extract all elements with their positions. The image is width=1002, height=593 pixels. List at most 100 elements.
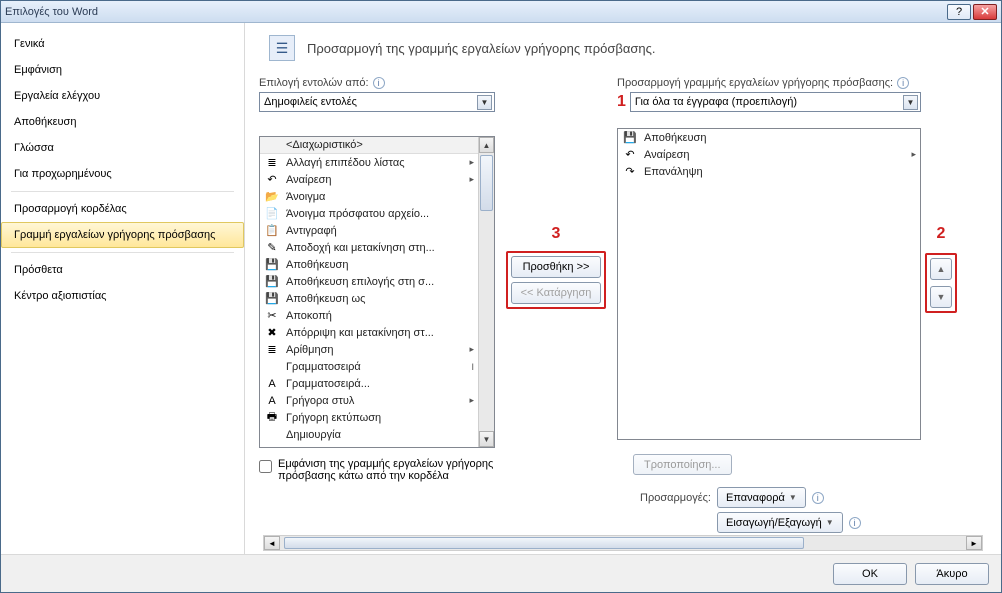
help-button[interactable]: ? xyxy=(947,4,971,20)
list-item[interactable]: 💾 Αποθήκευση ως xyxy=(260,290,478,307)
sidebar-item-trust-center[interactable]: Κέντρο αξιοπιστίας xyxy=(1,283,244,309)
submenu-icon: ▸ xyxy=(464,344,474,355)
command-icon: 💾 xyxy=(622,130,638,146)
sidebar-item-general[interactable]: Γενικά xyxy=(1,31,244,57)
scroll-left-icon[interactable]: ◄ xyxy=(264,536,280,550)
command-label: Αποθήκευση xyxy=(644,132,900,144)
sidebar-item-customize-ribbon[interactable]: Προσαρμογή κορδέλας xyxy=(1,196,244,222)
sidebar-item-label: Πρόσθετα xyxy=(14,264,63,276)
sidebar-item-label: Εμφάνιση xyxy=(14,64,62,76)
command-icon: 💾 xyxy=(264,291,280,307)
submenu-icon: ▸ xyxy=(464,157,474,168)
list-item[interactable]: 📂 Άνοιγμα xyxy=(260,188,478,205)
dialog-body: Γενικά Εμφάνιση Εργαλεία ελέγχου Αποθήκε… xyxy=(1,23,1001,554)
command-label: Αποθήκευση xyxy=(286,259,458,271)
close-button[interactable]: ✕ xyxy=(973,4,997,20)
list-items: <Διαχωριστικό>≣Αλλαγή επιπέδου λίστας▸↶Α… xyxy=(260,137,478,447)
content-h-scrollbar[interactable]: ◄ ► xyxy=(263,535,983,551)
columns: Επιλογή εντολών από: i Δημοφιλείς εντολέ… xyxy=(259,77,987,448)
command-label: Επανάληψη xyxy=(644,166,900,178)
command-label: Άνοιγμα xyxy=(286,191,458,203)
command-icon: 📂 xyxy=(264,189,280,205)
scrollbar[interactable]: ▲ ▼ xyxy=(478,137,494,447)
qat-col: Προσαρμογή γραμμής εργαλείων γρήγορης πρ… xyxy=(617,77,921,440)
submenu-icon: ▸ xyxy=(464,395,474,406)
available-commands-list[interactable]: <Διαχωριστικό>≣Αλλαγή επιπέδου λίστας▸↶Α… xyxy=(259,136,495,448)
sidebar-item-advanced[interactable]: Για προχωρημένους xyxy=(1,161,244,187)
chevron-down-icon[interactable]: ▼ xyxy=(903,95,918,110)
button-label: Τροποποίηση... xyxy=(644,459,721,471)
list-item[interactable]: 📋Αντιγραφή xyxy=(260,222,478,239)
list-item[interactable]: ✂ Αποκοπή xyxy=(260,307,478,324)
list-item[interactable]: 🖶Γρήγορη εκτύπωση xyxy=(260,409,478,426)
customize-qat-combo[interactable]: Για όλα τα έγγραφα (προεπιλογή) ▼ xyxy=(630,92,921,112)
info-icon[interactable]: i xyxy=(897,77,909,89)
command-label: Αποκοπή xyxy=(286,310,458,322)
list-item[interactable]: ↷ Επανάληψη xyxy=(618,163,920,180)
sidebar-item-label: Για προχωρημένους xyxy=(14,168,112,180)
list-item[interactable]: 💾 Αποθήκευση xyxy=(618,129,920,146)
sidebar-item-language[interactable]: Γλώσσα xyxy=(1,135,244,161)
submenu-icon: I xyxy=(464,362,474,372)
move-up-button[interactable]: ▲ xyxy=(930,258,952,280)
list-item[interactable]: 📄Άνοιγμα πρόσφατου αρχείο... xyxy=(260,205,478,222)
sidebar-item-save[interactable]: Αποθήκευση xyxy=(1,109,244,135)
chevron-down-icon[interactable]: ▼ xyxy=(477,95,492,110)
button-label: OK xyxy=(862,568,878,580)
button-label: Άκυρο xyxy=(936,568,967,580)
sidebar-item-display[interactable]: Εμφάνιση xyxy=(1,57,244,83)
info-icon[interactable]: i xyxy=(373,77,385,89)
sidebar-item-addins[interactable]: Πρόσθετα xyxy=(1,257,244,283)
scroll-thumb[interactable] xyxy=(480,155,493,211)
import-export-button[interactable]: Εισαγωγή/Εξαγωγή▼ xyxy=(717,512,843,533)
list-item[interactable]: ✎Αποδοχή και μετακίνηση στη... xyxy=(260,239,478,256)
list-item[interactable]: <Διαχωριστικό> xyxy=(260,137,478,154)
annotation-2-box: ▲ ▼ xyxy=(925,253,957,313)
ok-button[interactable]: OK xyxy=(833,563,907,585)
show-below-ribbon-row: Εμφάνιση της γραμμής εργαλείων γρήγορης … xyxy=(259,454,495,533)
list-item[interactable]: 💾Αποθήκευση xyxy=(260,256,478,273)
scroll-down-icon[interactable]: ▼ xyxy=(479,431,494,447)
cancel-button[interactable]: Άκυρο xyxy=(915,563,989,585)
reset-button[interactable]: Επαναφορά▼ xyxy=(717,487,806,508)
move-down-button[interactable]: ▼ xyxy=(930,286,952,308)
list-item[interactable]: ≣Αρίθμηση▸ xyxy=(260,341,478,358)
button-label: Εισαγωγή/Εξαγωγή xyxy=(726,517,822,529)
command-icon: ✖ xyxy=(264,325,280,341)
command-label: Αποθήκευση ως xyxy=(286,293,458,305)
command-icon: ↷ xyxy=(622,164,638,180)
scroll-right-icon[interactable]: ► xyxy=(966,536,982,550)
list-item[interactable]: AΓραμματοσειρά... xyxy=(260,375,478,392)
choose-from-combo[interactable]: Δημοφιλείς εντολές ▼ xyxy=(259,92,495,112)
remove-button[interactable]: << Κατάργηση xyxy=(511,282,601,304)
sidebar-item-qat[interactable]: Γραμμή εργαλείων γρήγορης πρόσβασης xyxy=(1,222,244,248)
scroll-track[interactable] xyxy=(479,153,494,431)
command-icon: ✂ xyxy=(264,308,280,324)
list-item[interactable]: ↶Αναίρεση▸ xyxy=(618,146,920,163)
command-icon: 📋 xyxy=(264,223,280,239)
scroll-up-icon[interactable]: ▲ xyxy=(479,137,494,153)
show-below-ribbon-checkbox[interactable] xyxy=(259,460,272,473)
qat-commands-list[interactable]: 💾 Αποθήκευση ↶Αναίρεση▸↷ Επανάληψη xyxy=(617,128,921,440)
sidebar-item-label: Αποθήκευση xyxy=(14,116,76,128)
sidebar-item-proofing[interactable]: Εργαλεία ελέγχου xyxy=(1,83,244,109)
combo-value: Δημοφιλείς εντολές xyxy=(264,96,477,108)
command-label: Αποθήκευση επιλογής στη σ... xyxy=(286,276,458,288)
list-item[interactable]: ✖Απόρριψη και μετακίνηση στ... xyxy=(260,324,478,341)
below-lists-row: Εμφάνιση της γραμμής εργαλείων γρήγορης … xyxy=(259,454,987,533)
list-item[interactable]: AΓρήγορα στυλ▸ xyxy=(260,392,478,409)
modify-button[interactable]: Τροποποίηση... xyxy=(633,454,732,475)
category-sidebar: Γενικά Εμφάνιση Εργαλεία ελέγχου Αποθήκε… xyxy=(1,23,245,554)
scroll-track[interactable] xyxy=(280,536,966,550)
list-item[interactable]: 💾Αποθήκευση επιλογής στη σ... xyxy=(260,273,478,290)
command-label: Άνοιγμα πρόσφατου αρχείο... xyxy=(286,208,458,220)
list-item[interactable]: ≣Αλλαγή επιπέδου λίστας▸ xyxy=(260,154,478,171)
scroll-thumb[interactable] xyxy=(284,537,804,549)
add-button[interactable]: Προσθήκη >> xyxy=(511,256,601,278)
list-item[interactable]: ↶Αναίρεση▸ xyxy=(260,171,478,188)
info-icon[interactable]: i xyxy=(812,492,824,504)
list-item[interactable]: Δημιουργία xyxy=(260,426,478,443)
info-icon[interactable]: i xyxy=(849,517,861,529)
move-col: 2 ▲ ▼ xyxy=(921,77,961,313)
list-item[interactable]: ΓραμματοσειράI xyxy=(260,358,478,375)
